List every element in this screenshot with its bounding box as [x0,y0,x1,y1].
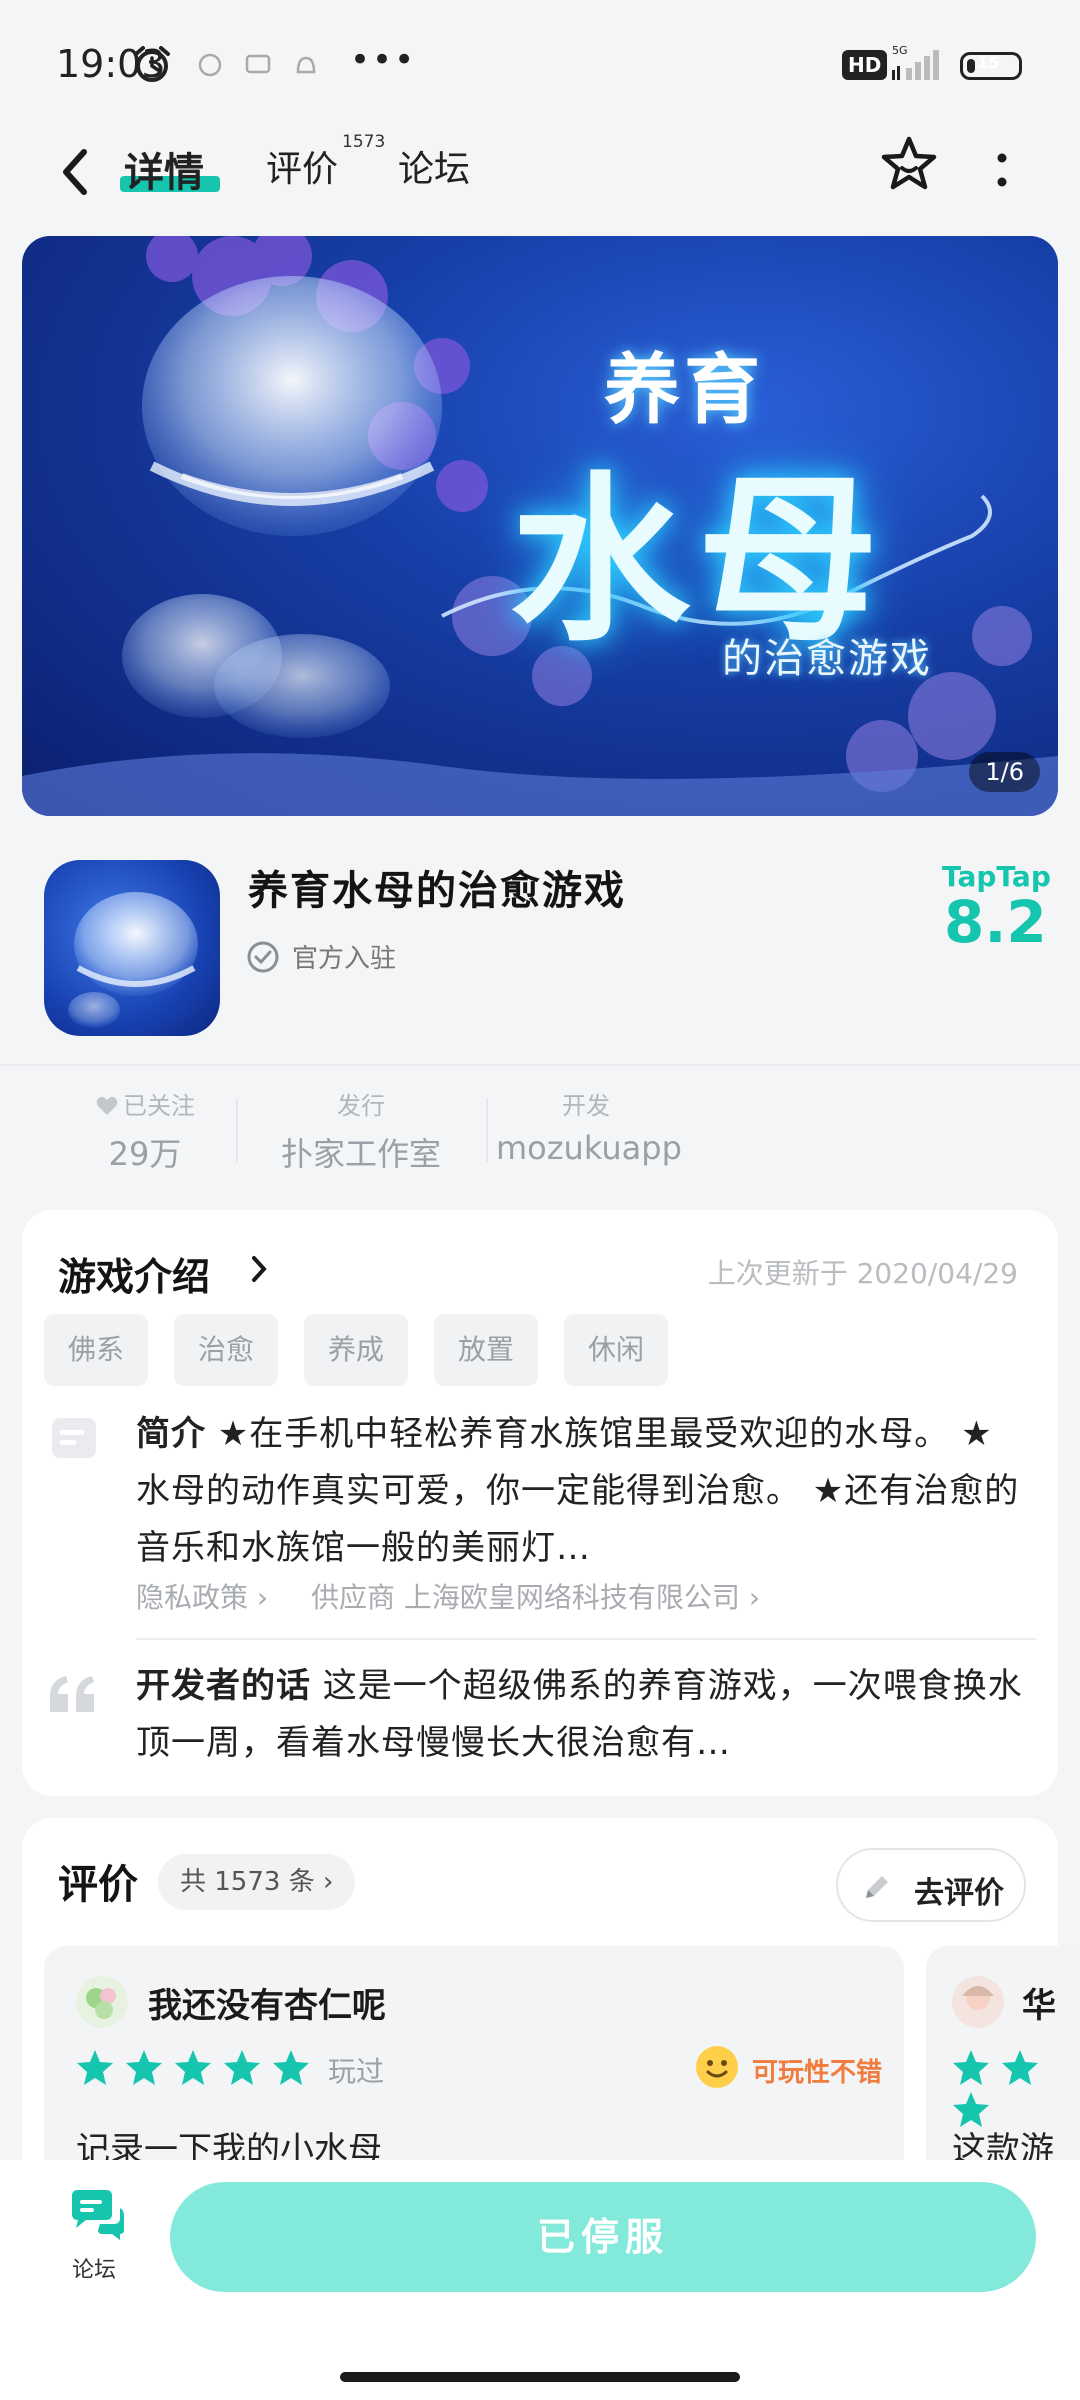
forum-chat-icon[interactable] [66,2188,126,2244]
status-bar: 19:03 ••• HD 5G 15 [0,0,1080,120]
star-rating [76,2048,316,2088]
banner-title-line3: 的治愈游戏 [722,636,932,682]
pencil-icon [866,1876,888,1898]
battery-fill [967,59,975,73]
write-review-button[interactable]: 去评价 [836,1848,1026,1922]
verified-label: 官方入驻 [292,944,397,974]
last-updated: 上次更新于 2020/04/29 [707,1257,1018,1290]
service-closed-button[interactable]: 已停服 [170,2182,1036,2292]
tag-chip[interactable]: 养成 [304,1314,409,1386]
stat-developer[interactable]: 开发 mozukuapp [496,1086,682,1167]
intro-summary[interactable]: 简介 ★在手机中轻松养育水族馆里最受欢迎的水母。 ★水母的动作真实可爱，你一定能… [136,1406,1026,1577]
stat-publisher[interactable]: 发行 扑家工作室 [246,1086,476,1175]
reviews-title: 评价 [58,1862,138,1908]
stat-publisher-label: 发行 [337,1092,385,1120]
star-icon [953,2050,989,2085]
carousel-counter: 1/6 [969,752,1040,792]
developer-note-label: 开发者的话 [136,1666,311,1706]
tag-chip[interactable]: 治愈 [174,1314,279,1386]
tag-chip[interactable]: 佛系 [44,1314,149,1386]
forum-label[interactable]: 论坛 [72,2252,116,2284]
intro-title[interactable]: 游戏介绍 [58,1246,210,1301]
favorite-star-icon[interactable] [878,134,940,196]
back-icon[interactable] [50,142,100,202]
more-notifications-icon: ••• [350,40,417,80]
battery-label: 15 [977,53,1000,72]
more-options-icon[interactable] [990,150,1014,190]
heart-icon [96,1096,118,1115]
bottom-action-bar: 论坛 已停服 [0,2160,1080,2400]
star-rating [952,2048,1080,2127]
star-icon [77,2050,113,2085]
stat-publisher-value: 扑家工作室 [280,1135,441,1173]
notification-icon [198,53,222,77]
summary-icon [52,1418,96,1458]
stat-followers-value: 29万 [108,1135,182,1173]
intro-links: 隐私政策 › 供应商 上海欧皇网络科技有限公司 › [136,1576,794,1616]
verified-check-icon [247,941,279,973]
app-name: 养育水母的治愈游戏 [248,868,626,914]
battery-icon: 15 [960,52,1022,80]
screenshot-carousel[interactable]: 养育 水母 的治愈游戏 1/6 [22,236,1058,816]
star-icon [126,2050,163,2085]
app-icon [44,860,220,1036]
played-label: 玩过 [328,2055,385,2088]
stat-separator [486,1098,488,1162]
tab-reviews[interactable]: 评价 [266,140,338,192]
star-icon [224,2050,261,2085]
star-icon [273,2050,310,2085]
home-indicator[interactable] [340,2372,740,2382]
tab-reviews-badge: 1573 [342,132,386,152]
stat-developer-value: mozukuapp [496,1129,682,1167]
game-intro-card: 游戏介绍 上次更新于 2020/04/29 佛系 治愈 养成 放置 休闲 简介 … [22,1210,1058,1796]
tab-details[interactable]: 详情 [124,140,204,198]
intro-summary-text: ★在手机中轻松养育水族馆里最受欢迎的水母。 ★水母的动作真实可爱，你一定能得到治… [136,1414,1020,1568]
reviewer-name: 华 [1022,1986,1056,2026]
network-label: 5G [892,44,908,57]
tag-chip[interactable]: 休闲 [564,1314,669,1386]
app-notification-icon [296,56,316,74]
reviewer-name: 我还没有杏仁呢 [148,1986,386,2026]
rating-score: 8.2 [944,888,1047,956]
stat-followers-label: 已关注 [123,1092,195,1120]
smiley-icon [696,2046,738,2088]
signal-icon: 5G [892,44,939,80]
message-icon [245,54,271,74]
stat-separator [236,1098,238,1162]
review-tag: 可玩性不错 [752,2058,883,2088]
divider [0,1064,1080,1066]
intro-summary-label: 简介 [136,1414,206,1454]
chevron-right-icon[interactable] [248,1254,270,1284]
stat-developer-label: 开发 [562,1092,610,1120]
alarm-icon [134,46,170,82]
write-review-label: 去评价 [914,1876,1004,1911]
tag-chip[interactable]: 放置 [434,1314,539,1386]
star-icon [175,2050,212,2085]
avatar [952,1976,1004,2028]
tab-forum[interactable]: 论坛 [398,140,470,192]
privacy-policy-link[interactable]: 隐私政策 › [136,1581,268,1614]
stat-followers[interactable]: 已关注 29万 [60,1086,230,1175]
supplier-link[interactable]: 供应商 上海欧皇网络科技有限公司 › [311,1581,760,1614]
avatar [76,1976,128,2028]
hd-badge: HD [842,50,888,80]
star-icon [1002,2050,1039,2085]
divider [136,1638,1036,1640]
top-nav: 详情 评价 1573 论坛 [0,120,1080,230]
quote-icon [50,1676,94,1712]
review-count-pill[interactable]: 共 1573 条 › [158,1854,356,1910]
app-icon-jellyfish [68,892,198,1028]
developer-note[interactable]: 开发者的话 这是一个超级佛系的养育游戏，一次喂食换水顶一周，看着水母慢慢长大很治… [136,1658,1036,1772]
